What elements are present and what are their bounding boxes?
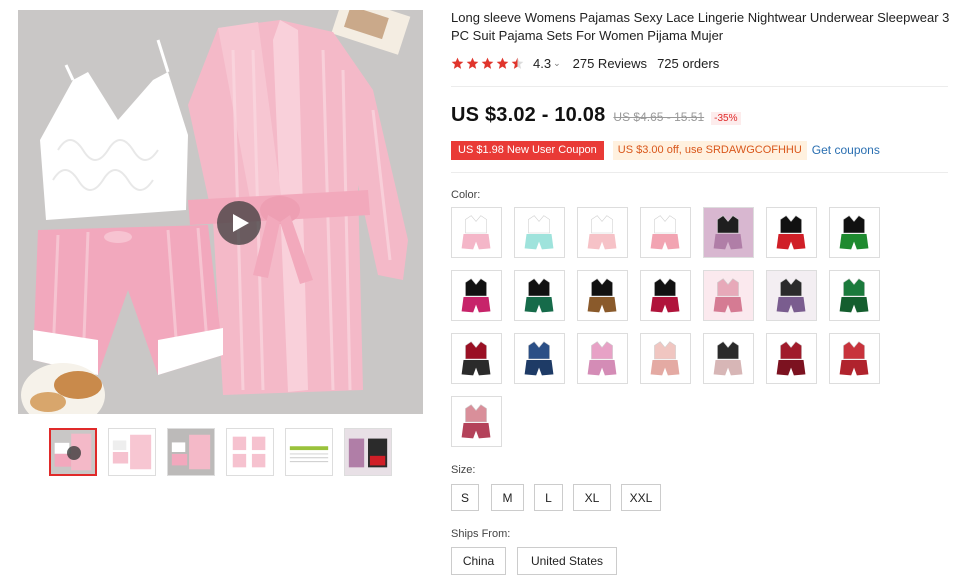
color-swatch-21[interactable] xyxy=(829,333,880,384)
new-user-coupon[interactable]: US $1.98 New User Coupon xyxy=(451,140,604,160)
color-swatch-17[interactable] xyxy=(577,333,628,384)
pajama-icon xyxy=(578,208,627,257)
pajama-icon xyxy=(767,208,816,257)
current-price: US $3.02 - 10.08 xyxy=(451,104,606,126)
color-swatch-18[interactable] xyxy=(640,333,691,384)
thumbnail-2[interactable] xyxy=(108,428,156,476)
color-swatch-4[interactable] xyxy=(640,207,691,258)
pajama-icon xyxy=(767,334,816,383)
pajama-icon xyxy=(641,271,690,320)
size-option-m[interactable]: M xyxy=(491,484,524,511)
color-swatch-6[interactable] xyxy=(766,207,817,258)
color-swatch-9[interactable] xyxy=(514,270,565,321)
star-icon xyxy=(451,57,464,69)
size-option-xl[interactable]: XL xyxy=(573,484,611,511)
pajama-icon xyxy=(578,334,627,383)
divider xyxy=(451,86,948,87)
star-icon xyxy=(466,57,479,69)
pajama-icon xyxy=(578,271,627,320)
star-rating xyxy=(451,57,524,70)
rating-row: 4.3 ⌄ 275 Reviews 725 orders xyxy=(451,55,719,71)
size-option-xxl[interactable]: XXL xyxy=(621,484,661,511)
thumbnail-6[interactable] xyxy=(344,428,392,476)
play-icon xyxy=(67,446,81,460)
half-star-icon xyxy=(511,57,524,69)
pajama-icon xyxy=(515,208,564,257)
get-coupons-link[interactable]: Get coupons xyxy=(812,143,880,157)
color-swatch-19[interactable] xyxy=(703,333,754,384)
color-swatch-20[interactable] xyxy=(766,333,817,384)
discount-badge: -35% xyxy=(711,112,741,125)
color-label: Color: xyxy=(451,189,481,201)
thumbnail-3[interactable] xyxy=(167,428,215,476)
pajama-icon xyxy=(641,208,690,257)
pajama-icon xyxy=(830,334,879,383)
size-option-s[interactable]: S xyxy=(451,484,479,511)
color-swatch-7[interactable] xyxy=(829,207,880,258)
color-swatch-10[interactable] xyxy=(577,270,628,321)
pajama-icon xyxy=(452,397,501,446)
thumbnail-5[interactable] xyxy=(285,428,333,476)
play-video-button[interactable] xyxy=(217,201,261,245)
color-swatch-14[interactable] xyxy=(829,270,880,321)
color-swatch-16[interactable] xyxy=(514,333,565,384)
coupon-row: US $1.98 New User Coupon US $3.00 off, u… xyxy=(451,140,880,160)
price-row: US $3.02 - 10.08 US $4.65 - 15.51 -35% xyxy=(451,104,741,127)
color-swatch-3[interactable] xyxy=(577,207,628,258)
color-swatch-12[interactable] xyxy=(703,270,754,321)
pajama-icon xyxy=(452,271,501,320)
pajama-icon xyxy=(452,208,501,257)
ships-from-united-states[interactable]: United States xyxy=(517,547,617,575)
thumbnail-1[interactable] xyxy=(49,428,97,476)
pajama-icon xyxy=(515,334,564,383)
product-title: Long sleeve Womens Pajamas Sexy Lace Lin… xyxy=(451,10,950,43)
pajama-icon xyxy=(830,271,879,320)
color-swatch-11[interactable] xyxy=(640,270,691,321)
star-icon xyxy=(496,57,509,69)
pajama-icon xyxy=(767,271,816,320)
pajama-icon xyxy=(830,208,879,257)
pajama-icon xyxy=(515,271,564,320)
ships-from-china[interactable]: China xyxy=(451,547,506,575)
size-label: Size: xyxy=(451,464,476,476)
main-product-image[interactable] xyxy=(18,10,423,414)
pajama-icon xyxy=(704,334,753,383)
star-icon xyxy=(481,57,494,69)
thumbnail-4[interactable] xyxy=(226,428,274,476)
color-swatch-8[interactable] xyxy=(451,270,502,321)
pajama-icon xyxy=(641,334,690,383)
pajama-icon xyxy=(452,334,501,383)
chevron-down-icon[interactable]: ⌄ xyxy=(553,58,561,69)
reviews-count[interactable]: 275 Reviews xyxy=(573,56,647,71)
pajama-icon xyxy=(704,208,753,257)
orders-count: 725 orders xyxy=(657,55,720,71)
play-icon xyxy=(233,214,249,232)
color-swatch-22[interactable] xyxy=(451,396,502,447)
divider xyxy=(451,172,948,173)
color-swatch-5[interactable] xyxy=(703,207,754,258)
color-swatch-2[interactable] xyxy=(514,207,565,258)
rating-value[interactable]: 4.3 xyxy=(533,56,551,71)
color-swatch-1[interactable] xyxy=(451,207,502,258)
original-price: US $4.65 - 15.51 xyxy=(613,110,705,124)
store-coupon[interactable]: US $3.00 off, use SRDAWGCOFHHU xyxy=(612,140,807,160)
ships-from-label: Ships From: xyxy=(451,528,511,540)
color-swatch-15[interactable] xyxy=(451,333,502,384)
pajama-icon xyxy=(704,271,753,320)
thumbnail-strip xyxy=(49,428,394,478)
size-option-l[interactable]: L xyxy=(534,484,563,511)
color-swatch-13[interactable] xyxy=(766,270,817,321)
